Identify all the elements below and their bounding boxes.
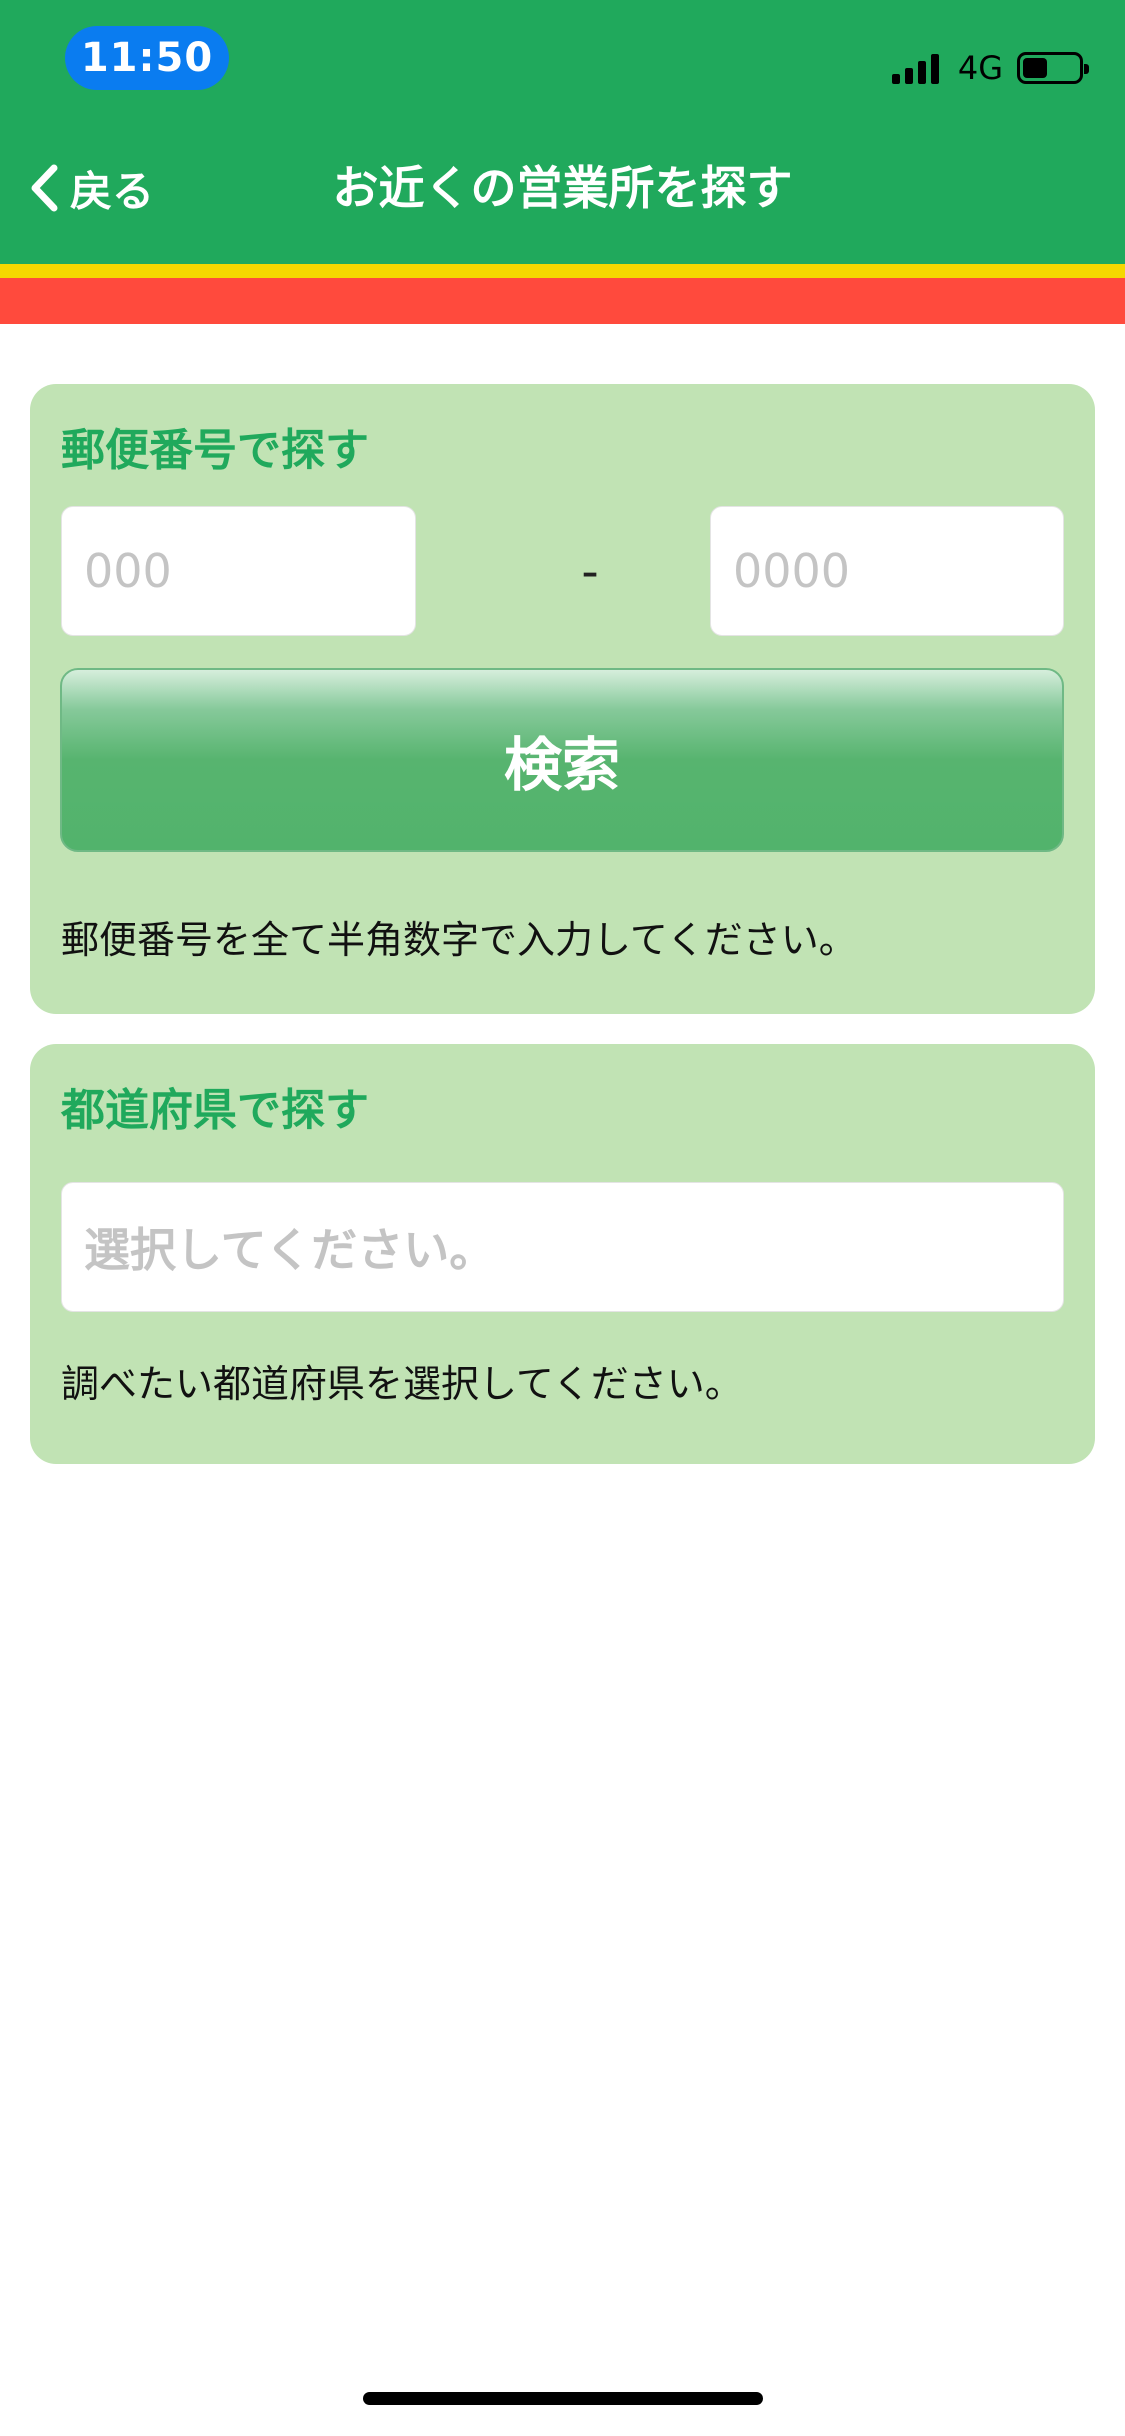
prefecture-search-title: 都道府県で探す — [61, 1085, 369, 1136]
postal-search-card: 郵便番号で探す - 検索 郵便番号を全て半角数字で入力してください。 — [30, 384, 1095, 1014]
zip-second-input[interactable] — [710, 506, 1064, 636]
battery-cap — [1084, 64, 1089, 74]
zip-first-input[interactable] — [61, 506, 416, 636]
network-type: 4G — [957, 49, 1003, 87]
prefecture-search-hint: 調べたい都道府県を選択してください。 — [61, 1362, 743, 1406]
battery-icon — [1017, 52, 1089, 84]
red-stripe — [0, 278, 1125, 324]
screen: 11:50 4G 戻る お近くの営業所を探す 郵便番号で探す 000 - 000… — [0, 0, 1125, 2436]
postal-search-title: 郵便番号で探す — [61, 425, 369, 476]
postal-search-hint: 郵便番号を全て半角数字で入力してください。 — [61, 918, 857, 962]
status-time: 11:50 — [65, 26, 229, 90]
battery-fill — [1023, 58, 1048, 78]
status-indicators: 4G — [891, 48, 1089, 88]
search-button[interactable]: 検索 — [60, 668, 1064, 852]
prefecture-select[interactable]: 選択してください。 — [61, 1182, 1064, 1312]
cellular-signal-icon — [891, 52, 944, 84]
yellow-stripe — [0, 264, 1125, 278]
header: 11:50 4G 戻る お近くの営業所を探す — [0, 0, 1125, 264]
zip-separator: - — [581, 544, 599, 600]
prefecture-select-placeholder: 選択してください。 — [84, 1223, 496, 1277]
home-indicator — [363, 2392, 763, 2405]
page-title: お近くの営業所を探す — [332, 161, 793, 215]
prefecture-search-card: 都道府県で探す 選択してください。 調べたい都道府県を選択してください。 — [30, 1044, 1095, 1464]
